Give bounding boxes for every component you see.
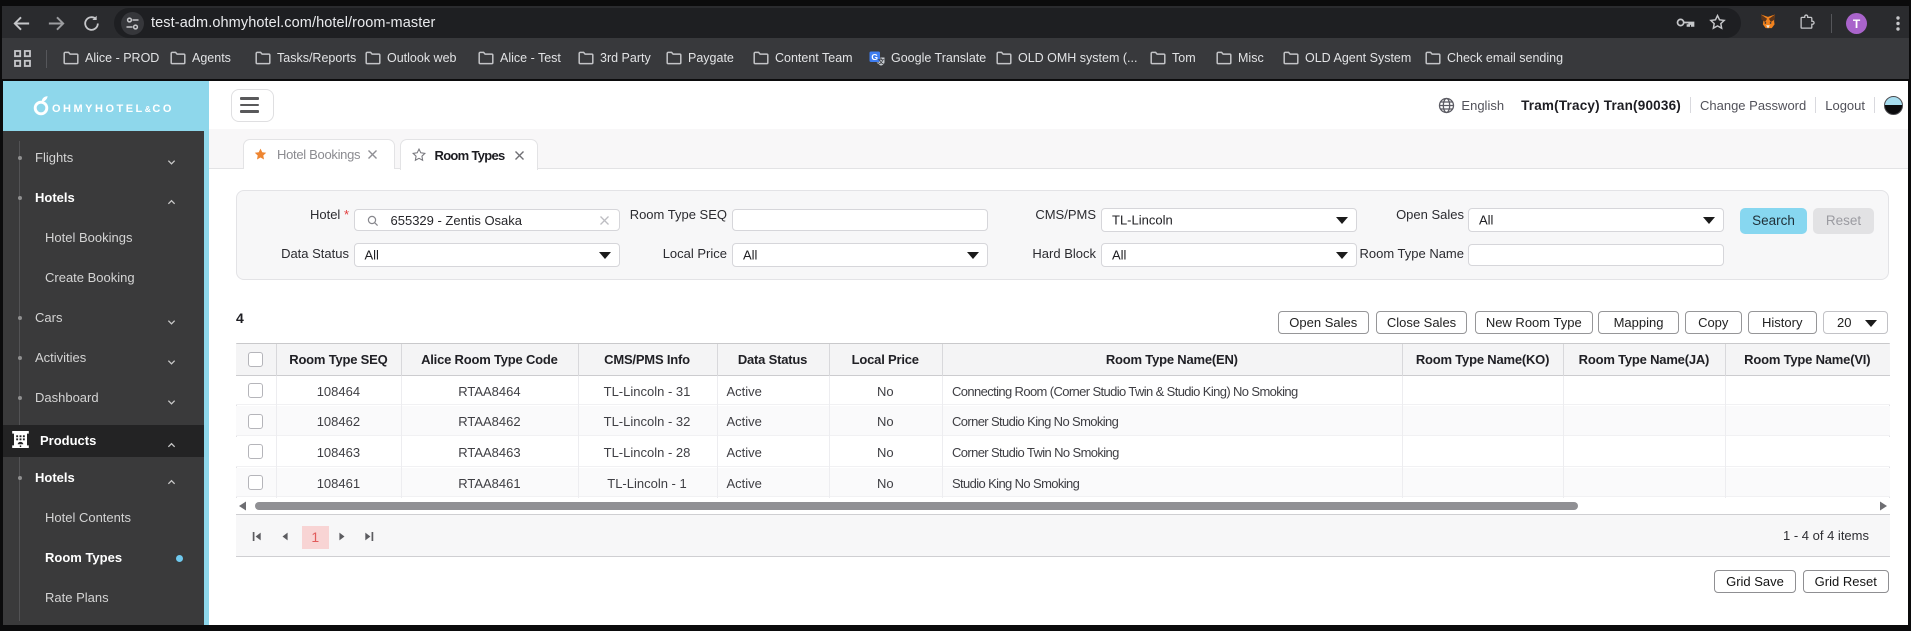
svg-text:文: 文 [877,56,885,65]
